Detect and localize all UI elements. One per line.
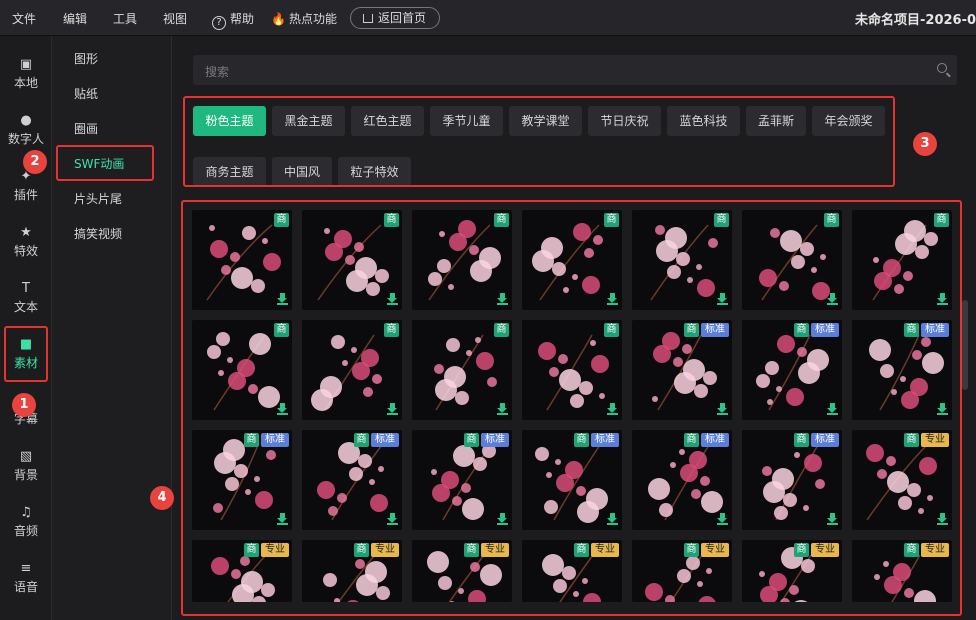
fire-icon: 🔥 [271, 12, 286, 26]
menu-tools[interactable]: 工具 [113, 10, 137, 27]
sub-nav: 图形 贴纸 圈画 SWF动画 片头片尾 搞笑视频 [52, 36, 172, 620]
nav-label: 文本 [13, 300, 38, 314]
annotation-3: 3 [913, 132, 937, 156]
highlight-swf [56, 145, 154, 181]
nav-background[interactable]: ▧ 背景 [0, 440, 52, 490]
nav-audio[interactable]: ♫ 音频 [0, 496, 52, 546]
star-icon: ★ [20, 225, 32, 240]
menu-hot-features[interactable]: 🔥 热点功能 [271, 10, 337, 27]
menu-hot-label: 热点功能 [288, 12, 337, 26]
menu-view[interactable]: 视图 [163, 10, 187, 27]
search-bar[interactable]: 搜索 [193, 55, 957, 85]
project-title: 未命名项目-2026-0 [855, 13, 976, 28]
subnav-funny-video[interactable]: 搞笑视频 [74, 225, 122, 242]
nav-label: 特效 [13, 244, 38, 258]
menu-help[interactable]: ? 帮助 [212, 10, 254, 30]
person-icon: ● [20, 113, 32, 128]
highlight-tabs [183, 96, 895, 187]
help-icon: ? [212, 16, 226, 30]
nav-label: 语音 [13, 580, 38, 594]
music-icon: ♫ [20, 505, 32, 520]
nav-label: 本地 [13, 76, 38, 90]
nav-effects[interactable]: ★ 特效 [0, 216, 52, 266]
subnav-circle[interactable]: 圈画 [74, 120, 98, 137]
subnav-stickers[interactable]: 贴纸 [74, 85, 98, 102]
annotation-2: 2 [23, 150, 47, 174]
scrollbar[interactable] [962, 300, 968, 390]
home-icon [363, 14, 373, 23]
menu-bar: 文件 编辑 工具 视图 ? 帮助 🔥 热点功能 返回首页 未命名项目-2026-0 [0, 0, 976, 36]
return-home-label: 返回首页 [378, 11, 427, 25]
text-icon: T [22, 281, 30, 296]
film-icon: ▣ [19, 57, 33, 72]
voice-icon: ≡ [20, 561, 32, 576]
menu-help-label: 帮助 [230, 12, 255, 26]
menu-edit[interactable]: 编辑 [63, 10, 87, 27]
highlight-materials [4, 326, 48, 382]
nav-digital-human[interactable]: ● 数字人 [0, 104, 52, 154]
nav-label: 背景 [13, 468, 38, 482]
search-placeholder: 搜索 [205, 65, 230, 79]
background-icon: ▧ [19, 449, 33, 464]
nav-label: 数字人 [7, 132, 44, 146]
nav-text[interactable]: T 文本 [0, 272, 52, 322]
subnav-intro-outro[interactable]: 片头片尾 [74, 190, 122, 207]
nav-label: 音频 [13, 524, 38, 538]
menu-file[interactable]: 文件 [12, 10, 36, 27]
nav-local[interactable]: ▣ 本地 [0, 48, 52, 98]
annotation-1: 1 [12, 393, 36, 417]
highlight-grid [181, 200, 962, 616]
subnav-shapes[interactable]: 图形 [74, 50, 98, 67]
annotation-4: 4 [150, 486, 174, 510]
return-home-button[interactable]: 返回首页 [350, 7, 440, 29]
nav-voice[interactable]: ≡ 语音 [0, 552, 52, 602]
search-icon[interactable] [937, 63, 947, 73]
nav-label: 插件 [13, 188, 38, 202]
